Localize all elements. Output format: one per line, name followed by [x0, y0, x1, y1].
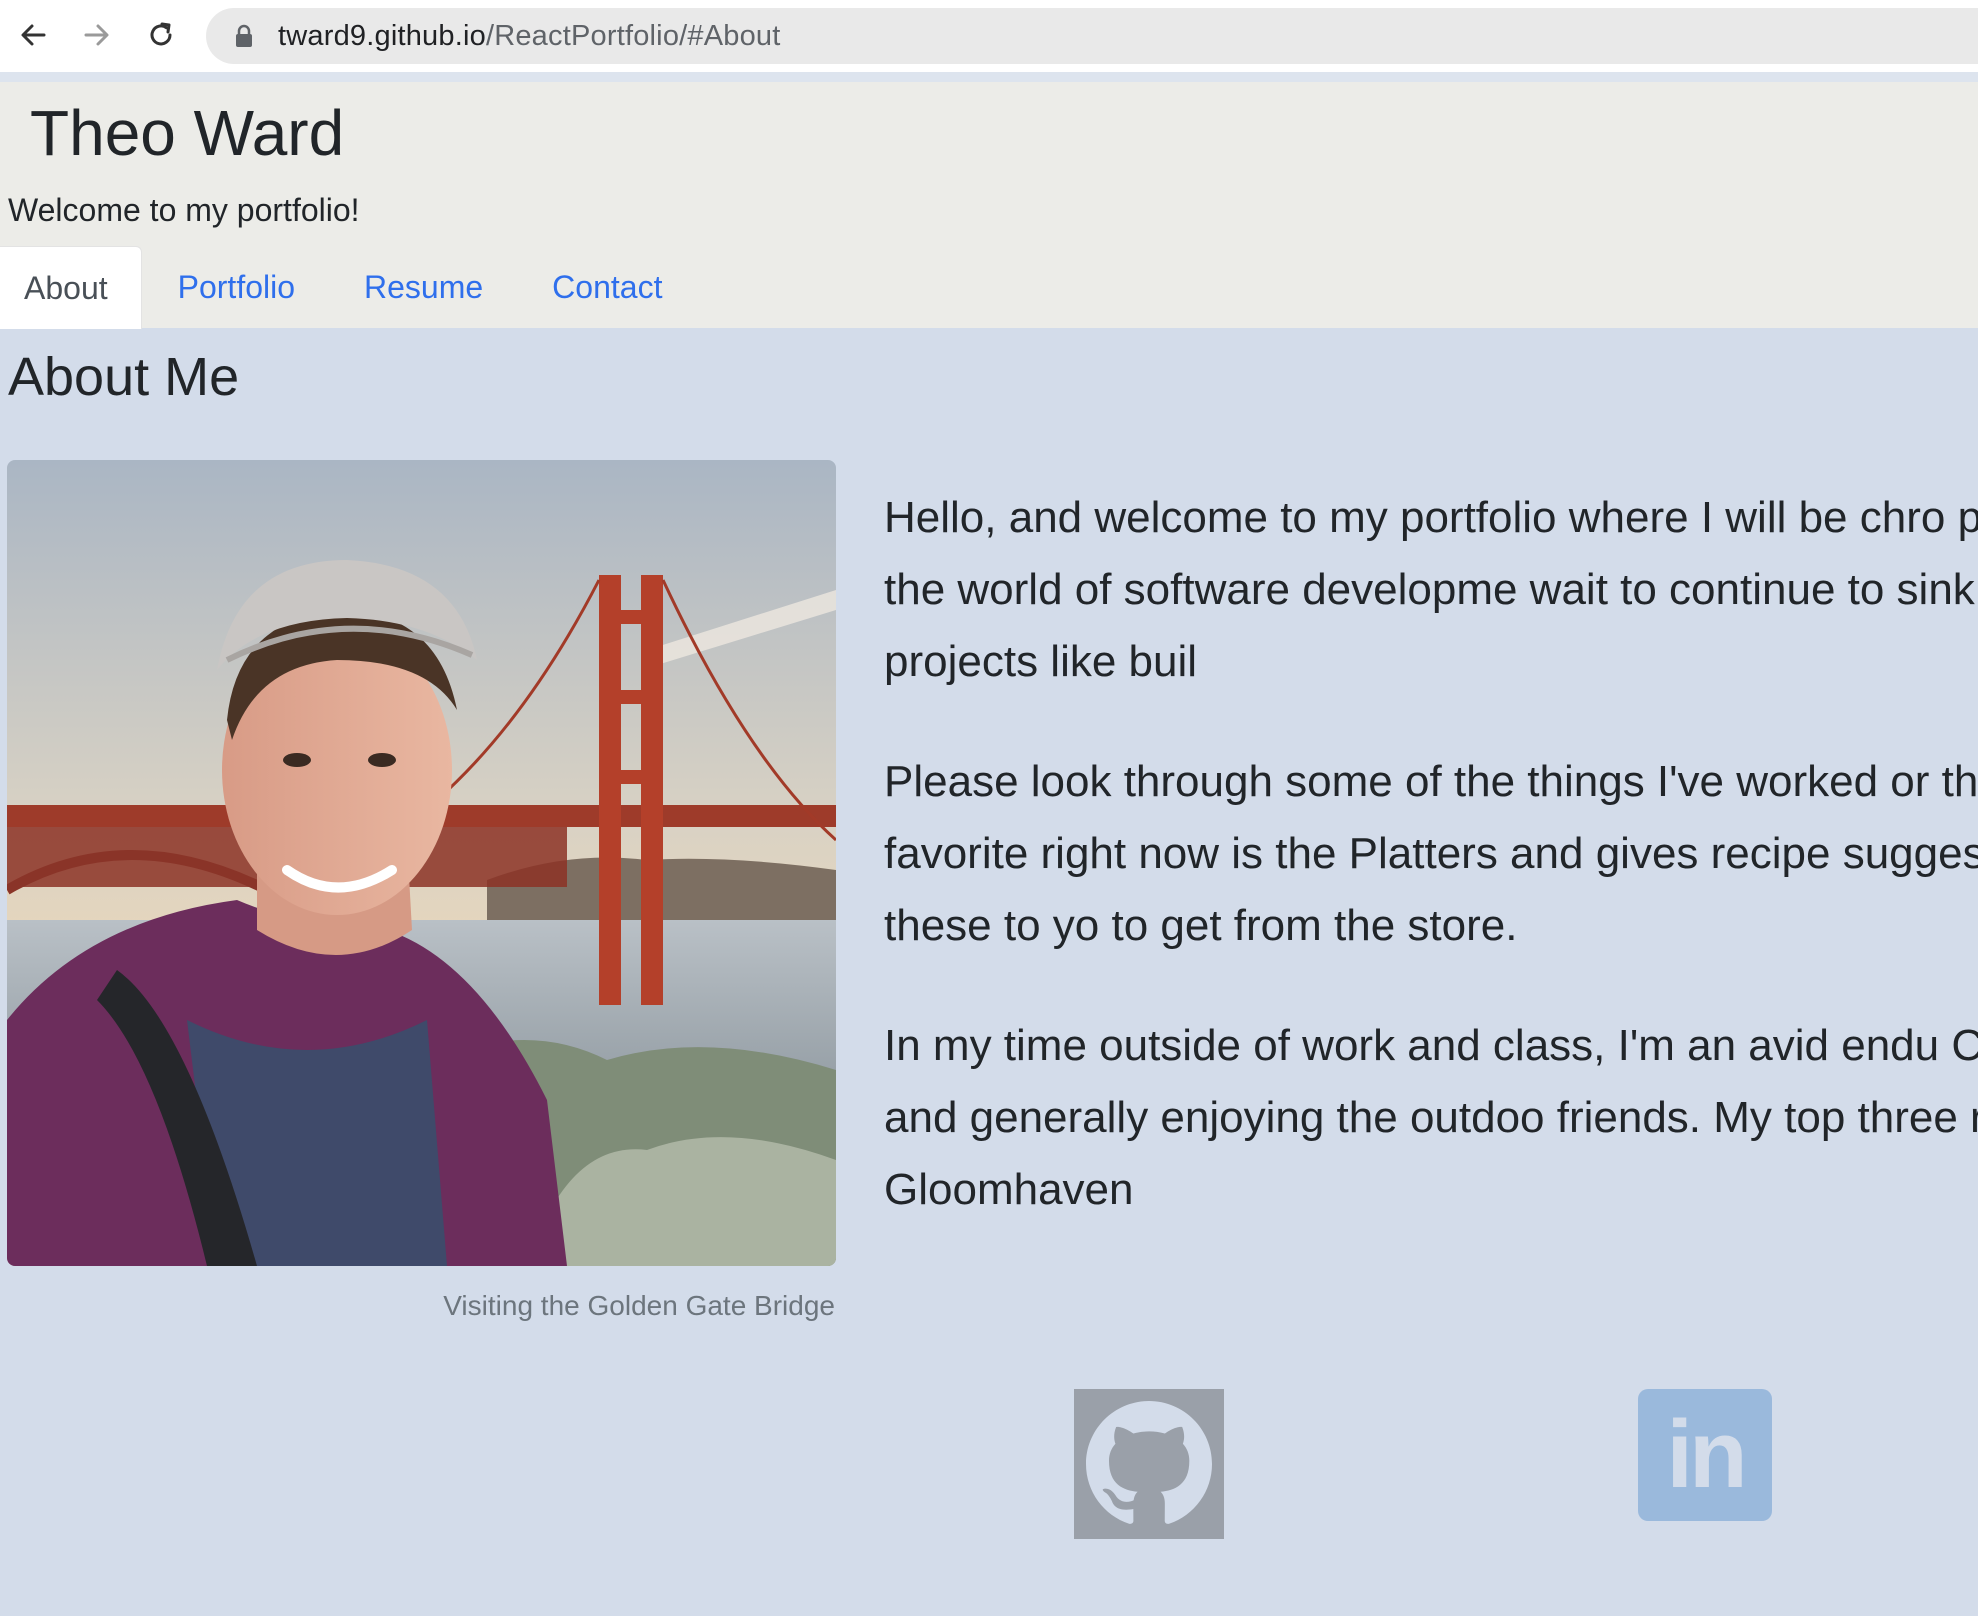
url-host: tward9.github.io — [278, 19, 486, 52]
profile-photo — [7, 460, 836, 1266]
forward-button[interactable] — [72, 10, 122, 60]
lock-icon — [232, 21, 256, 51]
site-tagline: Welcome to my portfolio! — [8, 192, 360, 228]
back-button[interactable] — [8, 10, 58, 60]
site-title: Theo Ward — [30, 97, 345, 169]
url-path: /ReactPortfolio/#About — [485, 19, 781, 52]
nav-tabs: About Portfolio Resume Contact — [0, 246, 695, 329]
photo-caption: Visiting the Golden Gate Bridge — [443, 1290, 835, 1321]
reload-button[interactable] — [136, 10, 186, 60]
about-paragraph-1: Hello, and welcome to my portfolio where… — [884, 493, 1978, 686]
github-link[interactable] — [1074, 1389, 1224, 1539]
tab-about[interactable]: About — [0, 246, 142, 329]
linkedin-icon: in — [1666, 1401, 1747, 1508]
about-text: Hello, and welcome to my portfolio where… — [884, 482, 1978, 1274]
tab-contact[interactable]: Contact — [520, 246, 695, 328]
reload-icon — [150, 22, 172, 46]
toolbar-divider — [0, 72, 1978, 82]
github-icon — [1086, 1401, 1212, 1524]
address-bar[interactable]: tward9.github.io/ReactPortfolio/#About — [206, 8, 1978, 64]
tab-portfolio[interactable]: Portfolio — [146, 246, 328, 328]
linkedin-link[interactable]: in — [1638, 1389, 1772, 1521]
arrow-right-icon — [84, 24, 109, 46]
browser-toolbar: tward9.github.io/ReactPortfolio/#About — [0, 0, 1978, 72]
page-title: About Me — [8, 347, 240, 407]
about-paragraph-2: Please look through some of the things I… — [884, 757, 1978, 950]
url-text: tward9.github.io/ReactPortfolio/#About — [278, 20, 781, 53]
about-paragraph-3: In my time outside of work and class, I'… — [884, 1021, 1978, 1214]
tab-resume[interactable]: Resume — [332, 246, 516, 328]
site-header: Theo Ward Welcome to my portfolio! About… — [0, 82, 1978, 329]
arrow-left-icon — [21, 24, 46, 46]
